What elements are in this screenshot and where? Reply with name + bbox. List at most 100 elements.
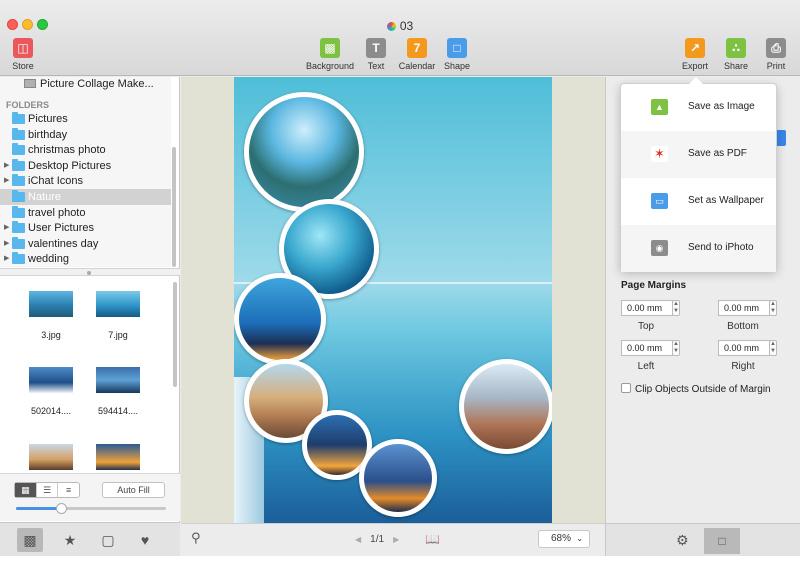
photo-circle-railway[interactable] xyxy=(459,359,552,454)
thumbnail-item[interactable]: 7.jpg xyxy=(88,291,148,340)
folder-label: Nature xyxy=(28,191,62,203)
sidebar-item-folder[interactable]: christmas photo xyxy=(0,142,171,158)
thumbnail-scrollbar[interactable] xyxy=(173,282,177,387)
set-as-wallpaper-label: Set as Wallpaper xyxy=(688,195,764,206)
folder-label: User Pictures xyxy=(28,222,95,235)
send-to-iphoto-label: Send to iPhoto xyxy=(688,242,754,253)
thumbnail-caption: 7.jpg xyxy=(108,330,128,340)
heart-tab-icon[interactable]: ♥ xyxy=(132,528,158,552)
thumbnail-item[interactable] xyxy=(88,444,148,472)
sidebar-item-folder[interactable]: Pictures xyxy=(0,111,171,127)
sidebar-item-folder[interactable]: Nature xyxy=(0,189,171,205)
gear-icon[interactable]: ⚙ xyxy=(676,532,689,549)
clip-objects-option[interactable]: Clip Objects Outside of Margin xyxy=(621,383,771,395)
thumbnail-item[interactable]: 3.jpg xyxy=(21,291,81,340)
tree-root-item[interactable]: Picture Collage Make... xyxy=(24,78,154,90)
book-icon[interactable]: 📖 xyxy=(425,532,440,546)
sidebar-item-folder[interactable]: travel photo xyxy=(0,205,171,221)
bottom-margin-label: Bottom xyxy=(727,321,759,332)
page-settings-icon[interactable]: □ xyxy=(704,528,740,554)
grid-view-icon[interactable]: ▦ xyxy=(15,483,37,497)
sidebar-item-folder[interactable]: birthday xyxy=(0,127,171,143)
folder-label: travel photo xyxy=(28,206,86,219)
thumbnail-image xyxy=(96,367,140,393)
star-tab-icon[interactable]: ★ xyxy=(57,528,83,552)
photos-tab-icon[interactable]: ▩ xyxy=(17,528,43,552)
previous-page-icon[interactable]: ◀ xyxy=(355,535,361,544)
bottom-margin-field[interactable]: 0.00 mm xyxy=(718,300,770,316)
window-title: 03 xyxy=(0,19,800,33)
thumbnail-item[interactable]: 502014.... xyxy=(21,367,81,416)
store-button[interactable]: ◫ Store xyxy=(0,38,48,71)
slider-knob[interactable] xyxy=(56,503,67,514)
detail-view-icon[interactable]: ≡ xyxy=(58,483,79,497)
disclosure-arrow-icon[interactable]: ▶ xyxy=(4,158,9,174)
save-as-image-item[interactable]: ▲ Save as Image xyxy=(621,84,776,131)
sidebar-splitter[interactable] xyxy=(0,268,180,276)
next-page-icon[interactable]: ▶ xyxy=(393,535,399,544)
sidebar-item-folder[interactable]: ▶ valentines day xyxy=(0,236,171,252)
clip-objects-checkbox[interactable] xyxy=(621,383,631,393)
folder-scrollbar[interactable] xyxy=(172,147,176,267)
chevron-down-icon: ⌄ xyxy=(576,534,583,543)
page-indicator: 1/1 xyxy=(370,534,385,545)
left-margin-stepper[interactable]: ▲ ▼ xyxy=(672,340,680,356)
set-as-wallpaper-item[interactable]: ▭ Set as Wallpaper xyxy=(621,178,776,225)
bottom-margin-stepper[interactable]: ▲ ▼ xyxy=(769,300,777,316)
right-margin-field[interactable]: 0.00 mm xyxy=(718,340,770,356)
sidebar-item-folder[interactable]: ▶ User Pictures xyxy=(0,220,171,236)
list-view-icon[interactable]: ☰ xyxy=(37,483,59,497)
thumbnail-size-slider[interactable] xyxy=(16,503,166,514)
titlebar: 03 ◫ Store ▩ Background T Text 7 Calenda… xyxy=(0,0,800,76)
print-button[interactable]: ⎙ Print xyxy=(751,38,800,71)
disclosure-arrow-icon[interactable]: ▶ xyxy=(4,220,9,236)
folder-tree: Picture Collage Make... FOLDERS Pictures… xyxy=(0,77,171,267)
sidebar-item-folder[interactable]: ▶ iChat Icons xyxy=(0,173,171,189)
frame-tab-icon[interactable]: ▢ xyxy=(95,528,121,552)
zoom-select[interactable]: 68% ⌄ xyxy=(538,530,590,548)
folder-label: birthday xyxy=(28,128,68,141)
shape-button[interactable]: □ Shape xyxy=(432,38,482,71)
canvas-footer: ⚲ ◀ 1/1 ▶ 📖 68% ⌄ xyxy=(181,523,605,556)
background-button[interactable]: ▩ Background xyxy=(304,38,356,71)
thumbnail-controls: ▦ ☰ ≡ Auto Fill xyxy=(0,473,180,521)
collage-page[interactable] xyxy=(234,77,552,523)
folder-icon xyxy=(12,221,25,234)
calendar-icon: 7 xyxy=(407,38,427,58)
top-margin-field[interactable]: 0.00 mm xyxy=(621,300,673,316)
sidebar-tabbar: ▩ ★ ▢ ♥ xyxy=(0,522,180,556)
right-margin-stepper[interactable]: ▲ ▼ xyxy=(769,340,777,356)
top-margin-label: Top xyxy=(637,321,655,332)
zoom-in-icon[interactable]: ⚲ xyxy=(191,531,205,545)
folder-icon xyxy=(12,236,25,249)
photo-circle-lake[interactable] xyxy=(244,92,364,212)
disclosure-arrow-icon[interactable]: ▶ xyxy=(4,236,9,252)
photo-circle-skyline[interactable] xyxy=(359,439,437,517)
app-window: 03 ◫ Store ▩ Background T Text 7 Calenda… xyxy=(0,0,800,556)
export-icon: ↗ xyxy=(685,38,705,58)
send-to-iphoto-item[interactable]: ◉ Send to iPhoto xyxy=(621,225,776,272)
view-mode-segmented-control: ▦ ☰ ≡ xyxy=(14,482,80,498)
folder-label: iChat Icons xyxy=(28,175,84,188)
camera-icon: ◉ xyxy=(651,240,668,256)
photo-circle-tower[interactable] xyxy=(234,273,326,365)
folder-icon xyxy=(12,205,25,218)
background-icon: ▩ xyxy=(320,38,340,58)
disclosure-arrow-icon[interactable]: ▶ xyxy=(4,173,9,189)
text-icon: T xyxy=(366,38,386,58)
sidebar-item-folder[interactable]: ▶ wedding xyxy=(0,251,171,267)
thumbnail-item[interactable]: 594414.... xyxy=(88,367,148,416)
auto-fill-button[interactable]: Auto Fill xyxy=(102,482,165,498)
thumbnail-item[interactable] xyxy=(21,444,81,472)
page-margins-title: Page Margins xyxy=(621,280,687,291)
disclosure-arrow-icon[interactable]: ▶ xyxy=(4,251,9,267)
left-margin-field[interactable]: 0.00 mm xyxy=(621,340,673,356)
slider-fill xyxy=(16,507,61,510)
window-title-text: 03 xyxy=(399,19,414,33)
sidebar-item-folder[interactable]: ▶ Desktop Pictures xyxy=(0,158,171,174)
store-label: Store xyxy=(12,61,34,71)
top-margin-stepper[interactable]: ▲ ▼ xyxy=(672,300,680,316)
save-as-pdf-item[interactable]: ✶ Save as PDF xyxy=(621,131,776,178)
thumbnail-caption: 594414.... xyxy=(97,406,139,416)
folder-icon xyxy=(12,143,25,156)
